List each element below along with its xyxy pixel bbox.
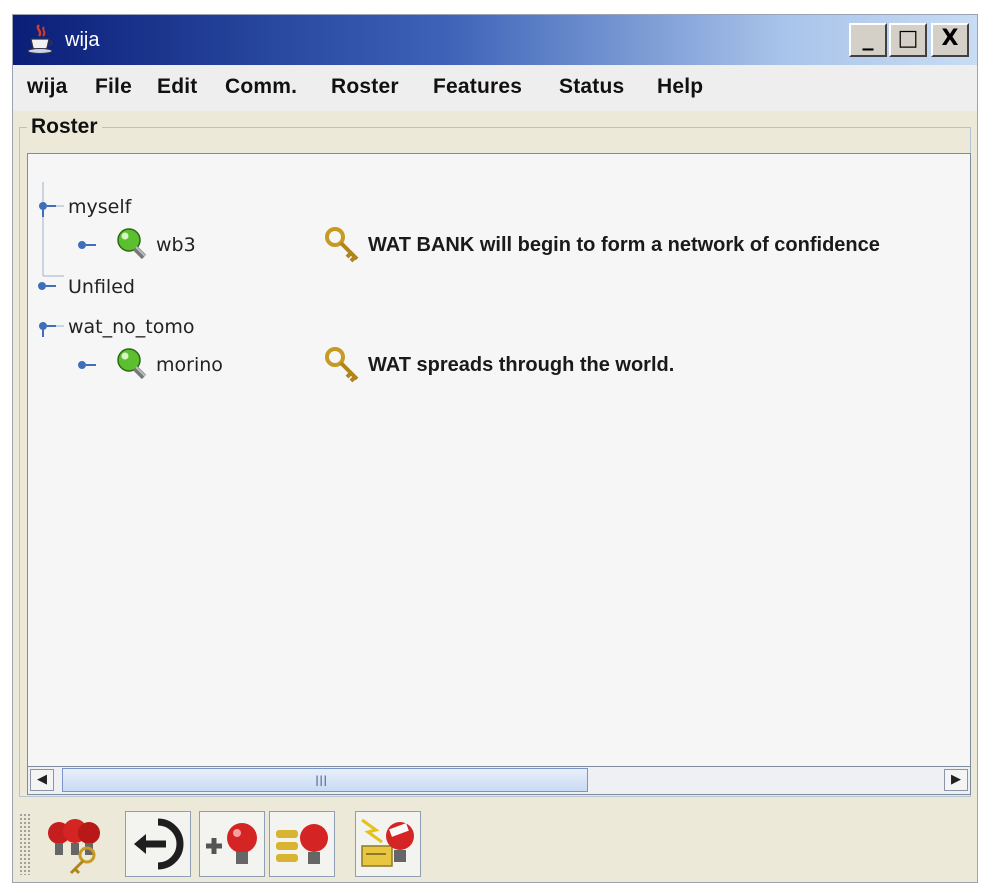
menu-bar: wija File Edit Comm. Roster Features Sta… (13, 65, 977, 111)
back-arrow-icon (134, 818, 184, 870)
contacts-key-button[interactable] (43, 811, 109, 877)
key-icon (325, 227, 359, 263)
add-contact-button[interactable] (199, 811, 265, 877)
menu-roster[interactable]: Roster (331, 75, 399, 99)
message-card-icon (361, 818, 414, 867)
collapsed-node-icon[interactable] (76, 237, 98, 253)
roster-panel-title: Roster (27, 115, 102, 139)
maximize-button[interactable]: □ (889, 23, 927, 57)
status-message-morino: WAT spreads through the world. (368, 354, 675, 376)
expanded-node-icon[interactable] (36, 198, 58, 218)
key-icon (325, 347, 359, 383)
contact-wb3[interactable]: wb3 (156, 234, 196, 256)
message-card-button[interactable] (355, 811, 421, 877)
add-contact-icon (206, 823, 257, 864)
menu-status[interactable]: Status (559, 75, 624, 99)
contacts-key-icon (48, 819, 100, 875)
minimize-button[interactable]: _ (849, 23, 887, 57)
collapsed-node-icon[interactable] (36, 278, 58, 294)
contact-morino[interactable]: morino (156, 354, 223, 376)
roster-tree[interactable]: myself wb3 WAT BANK will begin to form a… (27, 153, 971, 767)
collapsed-node-icon[interactable] (76, 357, 98, 373)
roster-group-wat-no-tomo[interactable]: wat_no_tomo (68, 316, 195, 338)
toolbar (13, 803, 977, 882)
menu-edit[interactable]: Edit (157, 75, 197, 99)
menu-wija[interactable]: wija (27, 75, 67, 99)
roster-list-button[interactable] (269, 811, 335, 877)
horizontal-scrollbar[interactable]: ◀ III ▶ (27, 767, 971, 795)
roster-list-icon (276, 824, 328, 864)
menu-help[interactable]: Help (657, 75, 703, 99)
status-message-wb3: WAT BANK will begin to form a network of… (368, 234, 880, 256)
scroll-right-button[interactable]: ▶ (944, 769, 968, 791)
menu-features[interactable]: Features (433, 75, 522, 99)
toolbar-grip[interactable] (19, 813, 31, 875)
window-title: wija (65, 29, 100, 51)
scroll-left-button[interactable]: ◀ (30, 769, 54, 791)
menu-file[interactable]: File (95, 75, 132, 99)
java-cup-icon (27, 24, 53, 54)
title-bar[interactable]: wija _ □ X (13, 15, 977, 65)
application-window: wija _ □ X wija File Edit Comm. Roster F… (12, 14, 978, 883)
back-button[interactable] (125, 811, 191, 877)
roster-group-myself[interactable]: myself (68, 196, 131, 218)
menu-comm[interactable]: Comm. (225, 75, 297, 99)
online-bulb-icon (117, 228, 147, 260)
scrollbar-thumb[interactable]: III (62, 768, 588, 792)
expanded-node-icon[interactable] (36, 318, 58, 338)
close-button[interactable]: X (931, 23, 969, 57)
scrollbar-grip: III (315, 774, 328, 790)
roster-group-unfiled[interactable]: Unfiled (68, 276, 135, 298)
online-bulb-icon (117, 348, 147, 380)
